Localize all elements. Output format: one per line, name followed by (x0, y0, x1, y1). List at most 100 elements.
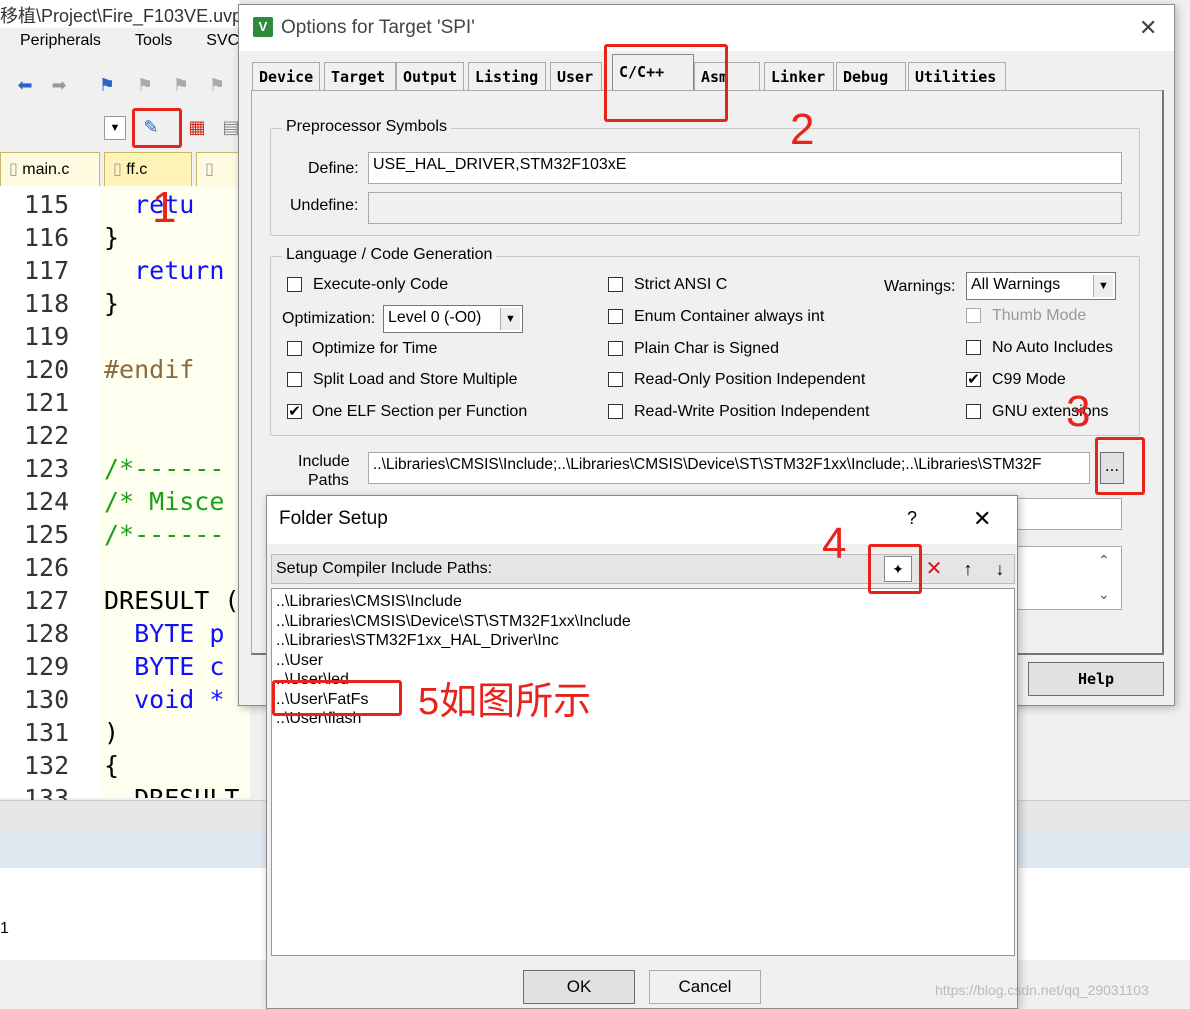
define-input[interactable]: USE_HAL_DRIVER,STM32F103xE (368, 152, 1122, 184)
c99-mode-label: C99 Mode (992, 371, 1066, 388)
optimization-value: Level 0 (-O0) (388, 309, 482, 326)
warnings-select[interactable]: All Warnings ▼ (966, 272, 1116, 300)
c99-mode-checkbox[interactable]: ✔ (966, 372, 981, 387)
folder-titlebar: Folder Setup ? ✕ (267, 496, 1017, 544)
tab-listing[interactable]: Listing (468, 62, 546, 90)
code-line: DRESULT (104, 784, 239, 798)
highlight-box-4 (868, 544, 922, 594)
split-load-label: Split Load and Store Multiple (313, 371, 518, 388)
close-icon[interactable]: ✕ (973, 506, 991, 532)
optimize-time-label: Optimize for Time (312, 340, 438, 357)
manage-components-icon[interactable]: ▦ (186, 116, 208, 138)
one-elf-label: One ELF Section per Function (312, 403, 528, 420)
line-number: 131 (24, 718, 70, 747)
step-5-label: 5如图所示 (418, 681, 592, 723)
language-label: Language / Code Generation (282, 246, 497, 264)
help-button[interactable]: Help (1028, 662, 1164, 696)
tab-target[interactable]: Target (324, 62, 396, 90)
preprocessor-label: Preprocessor Symbols (282, 118, 451, 136)
step-4-label: 4 (822, 519, 847, 568)
tab-utilities[interactable]: Utilities (908, 62, 1006, 90)
tab-debug[interactable]: Debug (836, 62, 906, 90)
bookmark-clear-icon[interactable]: ⚑ (206, 74, 228, 96)
tab-linker[interactable]: Linker (764, 62, 834, 90)
strict-ansi-checkbox[interactable] (608, 277, 623, 292)
undefine-input[interactable] (368, 192, 1122, 224)
line-number: 126 (24, 553, 70, 582)
bookmark-next-icon[interactable]: ⚑ (170, 74, 192, 96)
ro-pi-checkbox[interactable] (608, 372, 623, 387)
highlight-box-2 (604, 44, 728, 122)
scroll-up-icon[interactable]: ⌃ (1098, 552, 1110, 569)
line-number: 130 (24, 685, 70, 714)
help-icon[interactable]: ? (907, 508, 917, 529)
code-line: BYTE c (104, 652, 225, 681)
list-item[interactable]: ..\Libraries\CMSIS\Device\ST\STM32F1xx\I… (276, 613, 631, 631)
line-number: 128 (24, 619, 70, 648)
line-gutter: 115 116 117 118 119 120 121 122 123 124 125 126 127 1… (0, 186, 100, 813)
split-load-checkbox[interactable] (287, 372, 302, 387)
forward-arrow-icon[interactable]: ➡ (48, 74, 70, 96)
move-up-icon[interactable]: ↑ (956, 556, 980, 582)
thumb-mode-checkbox[interactable] (966, 308, 981, 323)
code-line: retu (104, 190, 195, 219)
file-tab-ff[interactable]: ▯ ff.c (104, 152, 192, 186)
chevron-down-icon: ▼ (500, 308, 520, 330)
move-down-icon[interactable]: ↓ (988, 556, 1012, 582)
paths-header-label: Setup Compiler Include Paths: (276, 560, 493, 577)
gnu-ext-label: GNU extensions (992, 403, 1109, 420)
bookmark-prev-icon[interactable]: ⚑ (134, 74, 156, 96)
strict-ansi-label: Strict ANSI C (634, 276, 728, 293)
gnu-ext-checkbox[interactable] (966, 404, 981, 419)
line-number: 120 (24, 355, 70, 384)
code-line: ) (104, 718, 120, 747)
cancel-button[interactable]: Cancel (649, 970, 761, 1004)
bookmark-icon[interactable]: ⚑ (96, 74, 118, 96)
code-editor[interactable]: retu} return} #endif /*------ /* Misce /*---… (100, 186, 250, 798)
line-number: 117 (24, 256, 70, 285)
tab-output[interactable]: Output (396, 62, 464, 90)
build-output-text: 1 (0, 920, 9, 937)
ide-title: 移植\Project\Fire_F103VE.uvp (0, 0, 240, 28)
menu-peripherals[interactable]: Peripherals (20, 32, 101, 49)
tab-device[interactable]: Device (252, 62, 320, 90)
step-3-label: 3 (1066, 387, 1091, 436)
step-1-label: 1 (152, 183, 177, 232)
highlight-box-5 (272, 680, 402, 716)
misc-controls-input[interactable] (1010, 498, 1122, 530)
menu-bar: Peripherals Tools SVCS (0, 32, 264, 60)
menu-tools[interactable]: Tools (135, 32, 172, 49)
no-auto-includes-checkbox[interactable] (966, 340, 981, 355)
target-dropdown-icon[interactable]: ▼ (104, 116, 126, 140)
line-number: 116 (24, 223, 70, 252)
optimization-select[interactable]: Level 0 (-O0) ▼ (383, 305, 523, 333)
optimize-time-checkbox[interactable] (287, 341, 302, 356)
undefine-label: Undefine: (290, 197, 359, 214)
ro-pi-label: Read-Only Position Independent (634, 371, 866, 388)
execute-only-checkbox[interactable] (287, 277, 302, 292)
include-paths-input[interactable]: ..\Libraries\CMSIS\Include;..\Libraries\… (368, 452, 1090, 484)
rw-pi-checkbox[interactable] (608, 404, 623, 419)
file-tab-label: ff.c (126, 161, 148, 178)
step-2-label: 2 (790, 105, 815, 154)
list-item[interactable]: ..\Libraries\STM32F1xx_HAL_Driver\Inc (276, 632, 559, 650)
warnings-label: Warnings: (884, 278, 956, 295)
ok-button[interactable]: OK (523, 970, 635, 1004)
scroll-down-icon[interactable]: ⌄ (1098, 586, 1110, 603)
plain-char-label: Plain Char is Signed (634, 340, 779, 357)
delete-icon[interactable]: ✕ (922, 556, 946, 582)
tab-user[interactable]: User (550, 62, 602, 90)
back-arrow-icon[interactable]: ⬅ (14, 74, 36, 96)
code-line: DRESULT ( (104, 586, 240, 615)
list-item[interactable]: ..\User (276, 652, 323, 670)
plain-char-checkbox[interactable] (608, 341, 623, 356)
enum-int-checkbox[interactable] (608, 309, 623, 324)
close-icon[interactable]: ✕ (1139, 15, 1157, 41)
keil-logo-icon: V (253, 17, 273, 37)
list-item[interactable]: ..\Libraries\CMSIS\Include (276, 593, 462, 611)
include-label: Include (298, 453, 350, 470)
code-line: { (104, 751, 120, 780)
file-tab-main[interactable]: ▯ main.c (0, 152, 100, 186)
one-elf-checkbox[interactable]: ✔ (287, 404, 302, 419)
execute-only-label: Execute-only Code (313, 276, 449, 293)
